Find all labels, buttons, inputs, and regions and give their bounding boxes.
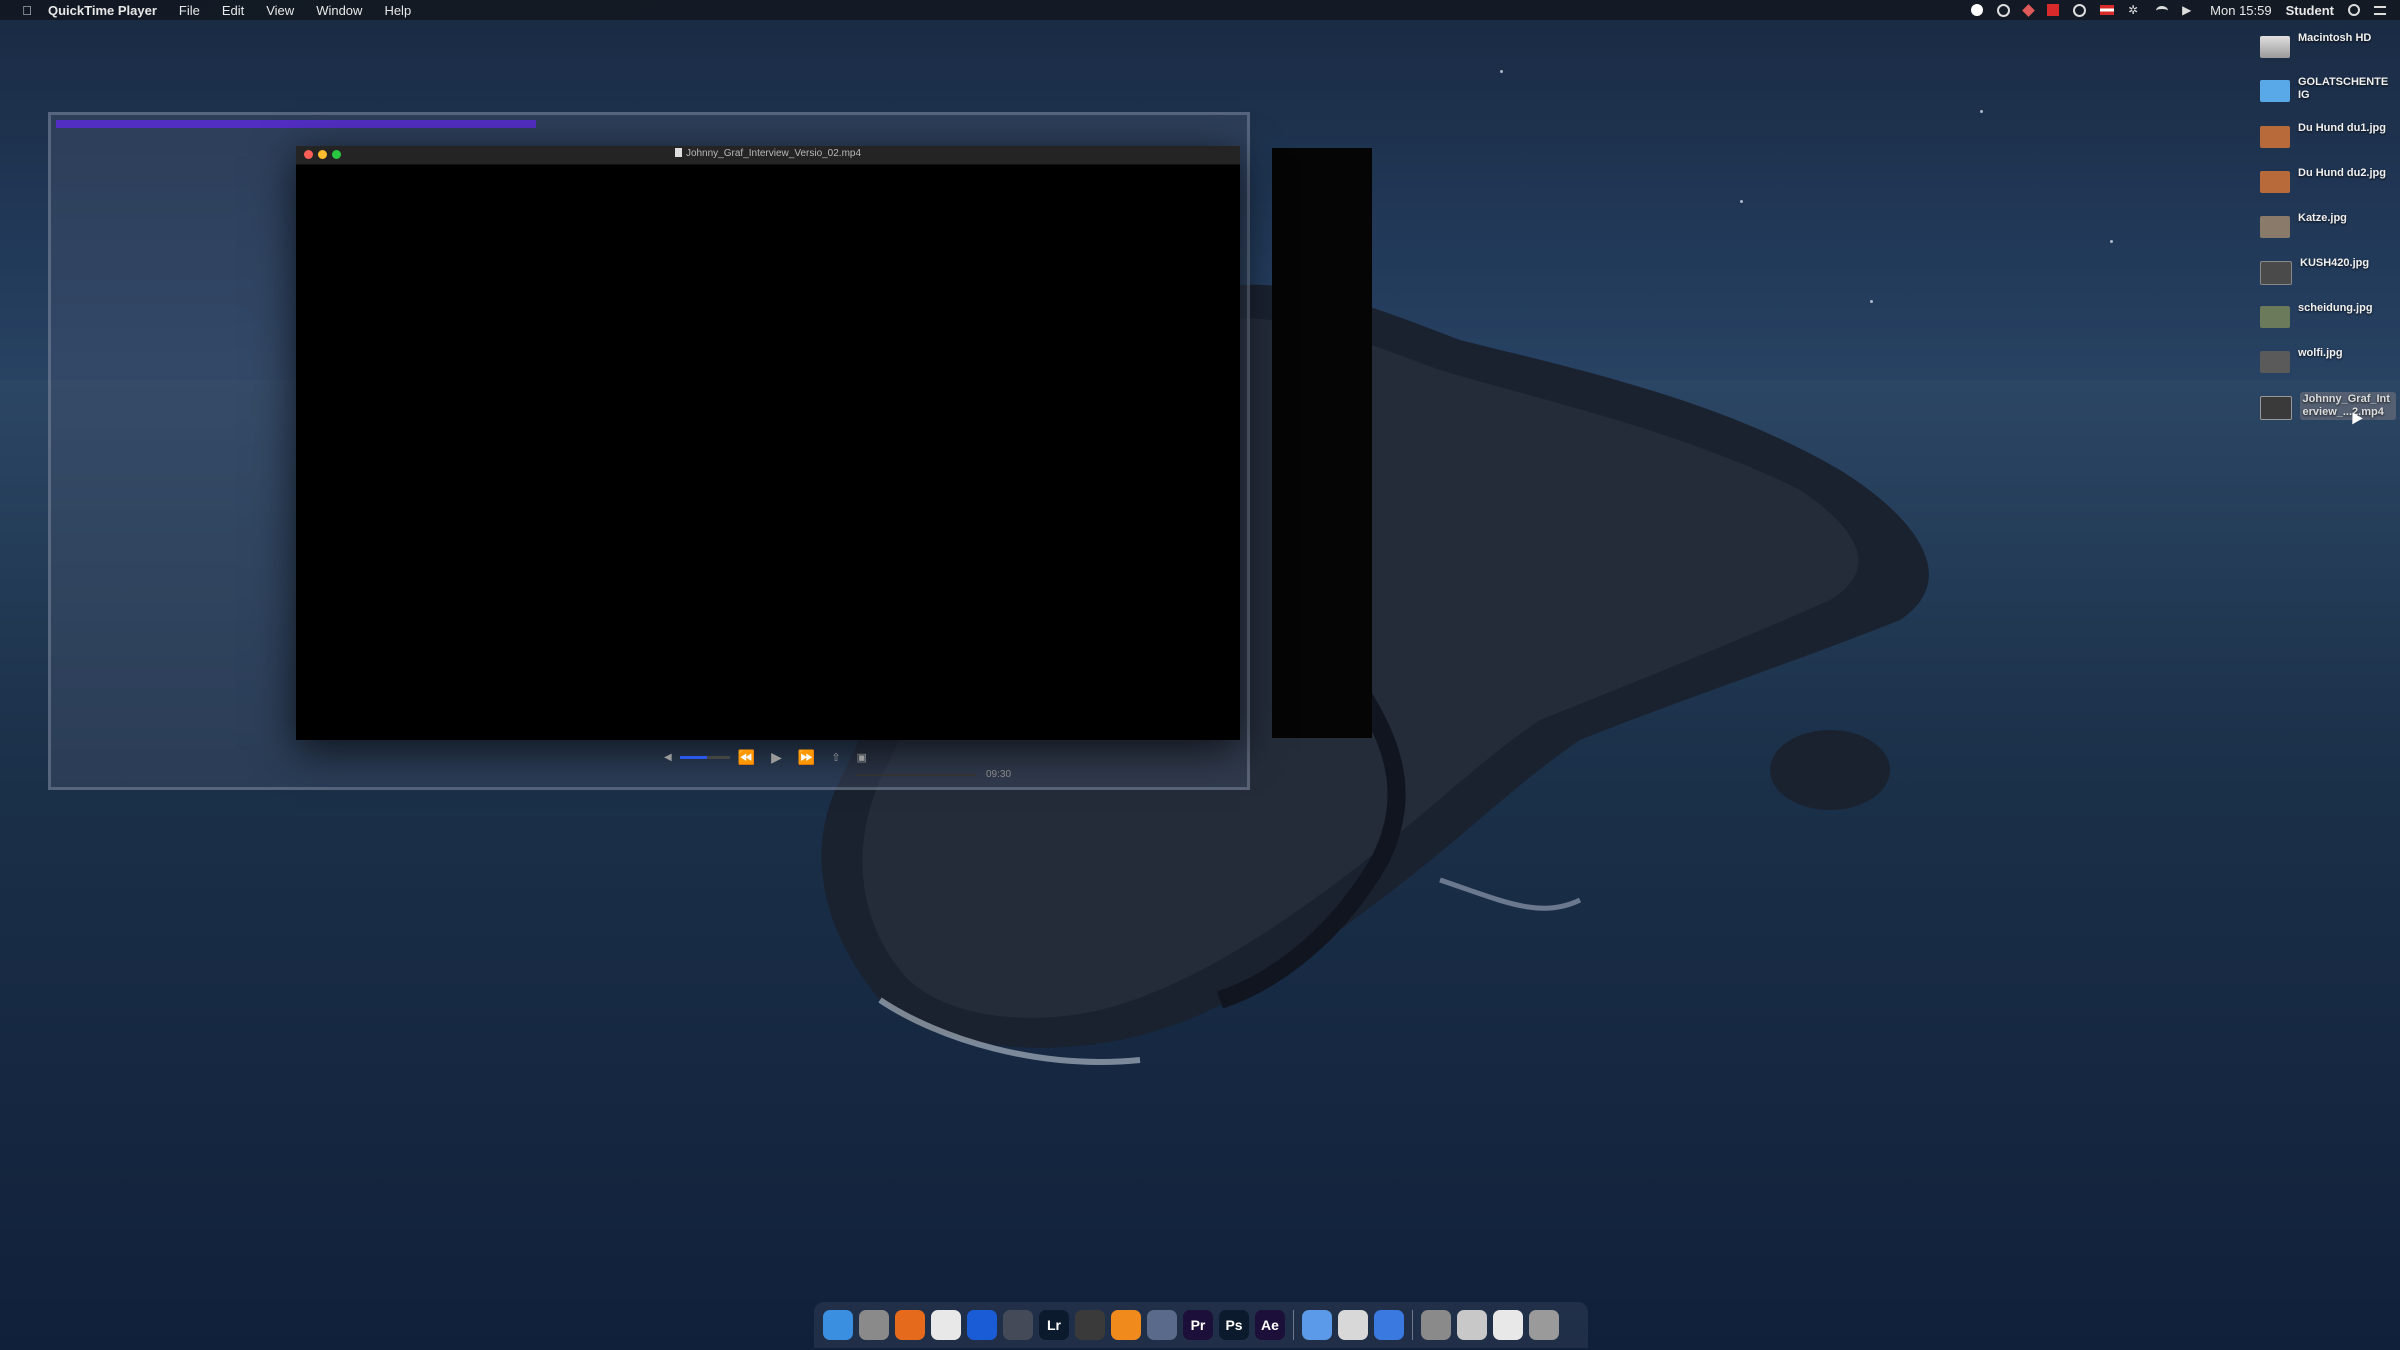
blender-icon[interactable] [1111, 1310, 1141, 1340]
desktop-item-label: KUSH420.jpg [2300, 257, 2370, 269]
menu-file[interactable]: File [179, 3, 200, 18]
quicktime-icon[interactable] [1147, 1310, 1177, 1340]
time-remaining: 09:30 [986, 769, 1012, 780]
premiere-pro-icon[interactable]: Pr [1183, 1310, 1213, 1340]
share-button[interactable]: ⇧ [831, 751, 840, 764]
desktop-item-label: scheidung.jpg [2298, 302, 2373, 314]
video-area[interactable]: ◀ ⏪ ▶ ⏩ ⇧ ▣ 09:30 [296, 165, 1240, 780]
desktop-item-label: wolfi.jpg [2298, 347, 2343, 359]
folder-icon [2260, 80, 2290, 102]
window-title: Johnny_Graf_Interview_Versio_02.mp4 [685, 148, 862, 159]
dock-separator [1293, 1310, 1294, 1340]
star [1740, 200, 1743, 203]
desktop-item-macintosh-hd[interactable]: Macintosh HD [2256, 30, 2396, 70]
star [1500, 70, 1503, 73]
desktop-item-label: Du Hund du1.jpg [2298, 122, 2386, 134]
image-thumbnail-icon [2260, 171, 2290, 193]
menu-help[interactable]: Help [384, 3, 411, 18]
script-editor-icon[interactable] [1457, 1310, 1487, 1340]
dropbox-icon[interactable] [2022, 3, 2036, 17]
desktop-item-image[interactable]: scheidung.jpg [2256, 300, 2396, 340]
playback-controls: ◀ ⏪ ▶ ⏩ ⇧ ▣ [656, 749, 875, 766]
volume-icon[interactable]: ▶ [2182, 4, 2196, 16]
spotlight-search-icon[interactable] [2348, 4, 2360, 16]
quicktime-window[interactable]: Johnny_Graf_Interview_Versio_02.mp4 ◀ ⏪ … [296, 146, 1240, 780]
image-thumbnail-icon [2260, 216, 2290, 238]
final-cut-pro-icon[interactable] [1075, 1310, 1105, 1340]
window-title-wrap: Johnny_Graf_Interview_Versio_02.mp4 [296, 148, 1240, 159]
apple-menu-icon[interactable]:  [20, 3, 34, 18]
wifi-icon[interactable] [2156, 5, 2169, 15]
firefox-icon[interactable] [895, 1310, 925, 1340]
flag-icon[interactable] [2047, 4, 2060, 16]
app-menu[interactable]: QuickTime Player [48, 3, 157, 18]
image-thumbnail-icon [2260, 306, 2290, 328]
after-effects-icon[interactable]: Ae [1255, 1310, 1285, 1340]
preview-icon[interactable] [1338, 1310, 1368, 1340]
status-area: ✲ ▶ Mon 15:59 Student [1971, 0, 2386, 20]
davinci-resolve-icon[interactable] [1003, 1310, 1033, 1340]
record-icon[interactable] [1971, 4, 1984, 16]
desktop-item-label: Katze.jpg [2298, 212, 2347, 224]
image-thumbnail-icon [2260, 126, 2290, 148]
clock[interactable]: Mon 15:59 [2210, 3, 2271, 18]
rewind-button[interactable]: ⏪ [738, 749, 755, 766]
volume-low-icon: ◀ [664, 752, 672, 763]
video-thumbnail-icon [2260, 396, 2292, 420]
volume-slider[interactable] [679, 756, 730, 759]
1password-icon[interactable] [967, 1310, 997, 1340]
background-progress-bar [56, 120, 536, 128]
bluetooth-icon[interactable]: ✲ [2128, 4, 2142, 16]
desktop-item-image[interactable]: Du Hund du1.jpg [2256, 120, 2396, 160]
desktop-item-label: Macintosh HD [2298, 32, 2372, 44]
desktop-item-label: Du Hund du2.jpg [2298, 167, 2386, 179]
fast-forward-button[interactable]: ⏩ [798, 749, 815, 766]
notification-center-icon[interactable] [2374, 5, 2386, 15]
play-button[interactable]: ▶ [771, 749, 782, 766]
finder-icon[interactable] [823, 1310, 853, 1340]
keyboard-layout-icon[interactable] [2100, 5, 2115, 15]
safari-icon[interactable] [1374, 1310, 1404, 1340]
document-icon [674, 148, 682, 157]
photoshop-icon[interactable]: Ps [1219, 1310, 1249, 1340]
chrome-icon[interactable] [931, 1310, 961, 1340]
scrubber-row: 09:30 [856, 769, 1011, 780]
window-titlebar[interactable]: Johnny_Graf_Interview_Versio_02.mp4 [296, 146, 1240, 165]
dock-separator [1412, 1310, 1413, 1340]
desktop-item-image[interactable]: Du Hund du2.jpg [2256, 165, 2396, 205]
desktop-item-image[interactable]: KUSH420.jpg [2256, 255, 2396, 295]
desktop-item-video[interactable]: Johnny_Graf_Interview_...2.mp4 [2256, 390, 2396, 430]
menu-bar:  QuickTime Player File Edit View Window… [0, 0, 2400, 20]
desktop-item-image[interactable]: Katze.jpg [2256, 210, 2396, 250]
hard-drive-icon [2260, 36, 2290, 58]
user-name[interactable]: Student [2286, 3, 2334, 18]
menu-window[interactable]: Window [316, 3, 362, 18]
desktop-item-folder[interactable]: GOLATSCHENTEIG [2256, 74, 2396, 114]
info-icon[interactable] [1302, 1310, 1332, 1340]
star [2110, 240, 2113, 243]
eye-icon[interactable] [1997, 3, 2011, 17]
background-panel [1272, 148, 1372, 738]
menu-edit[interactable]: Edit [222, 3, 244, 18]
dock: Lr Pr Ps Ae [814, 1302, 1588, 1348]
time-machine-icon[interactable] [2073, 3, 2087, 17]
scrubber-track[interactable] [856, 773, 976, 776]
desktop-item-label: GOLATSCHENTEIG [2298, 76, 2389, 101]
picture-in-picture-button[interactable]: ▣ [857, 751, 867, 764]
image-thumbnail-icon [2260, 261, 2292, 285]
star [1870, 300, 1873, 303]
image-thumbnail-icon [2260, 351, 2290, 373]
archive-utility-icon[interactable] [1421, 1310, 1451, 1340]
desktop-folder-icon[interactable] [1493, 1310, 1523, 1340]
system-preferences-icon[interactable] [859, 1310, 889, 1340]
desktop-item-image[interactable]: wolfi.jpg [2256, 345, 2396, 385]
menu-view[interactable]: View [266, 3, 294, 18]
star [1980, 110, 1983, 113]
trash-icon[interactable] [1529, 1310, 1559, 1340]
lightroom-icon[interactable]: Lr [1039, 1310, 1069, 1340]
volume-slider-fill [679, 756, 708, 759]
